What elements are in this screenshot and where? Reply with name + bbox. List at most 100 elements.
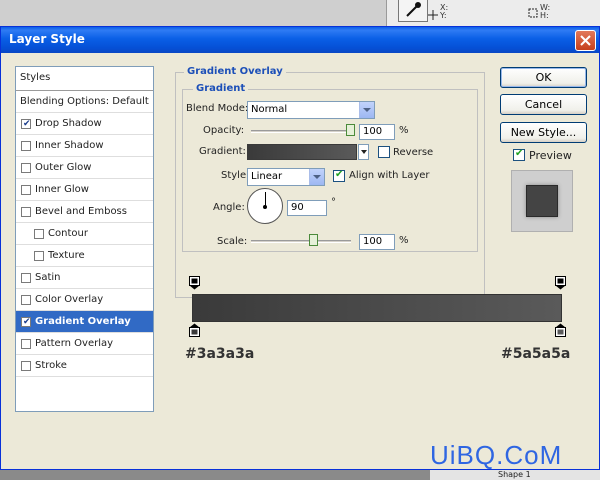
preview-label: Preview (529, 149, 572, 162)
angle-dial-center (263, 205, 267, 209)
opacity-stop-right[interactable] (555, 276, 566, 290)
styles-item[interactable]: Contour (16, 223, 153, 245)
styles-item[interactable]: ✔ Gradient Overlay (16, 311, 153, 333)
app-tool-button[interactable] (398, 0, 428, 22)
styles-item[interactable]: Satin (16, 267, 153, 289)
eyedropper-icon (406, 2, 421, 17)
styles-item-checkbox[interactable]: ✔ (21, 317, 31, 327)
style-preview (511, 170, 573, 232)
info-xy-label: X: Y: (428, 4, 448, 20)
checkmark-icon: ✔ (515, 148, 524, 159)
gradient-subgroup: Gradient Blend Mode: Normal Opacity: 100… (182, 83, 478, 252)
opacity-input[interactable]: 100 (359, 124, 395, 140)
title-bar[interactable]: Layer Style (1, 27, 599, 53)
styles-item-label: Stroke (35, 360, 67, 371)
styles-item-checkbox[interactable] (21, 141, 31, 151)
styles-item[interactable]: Stroke (16, 355, 153, 377)
reverse-checkbox[interactable] (378, 146, 390, 158)
gradient-overlay-legend: Gradient Overlay (184, 66, 286, 77)
styles-item-label: Blending Options: Default (20, 96, 149, 107)
styles-item-label: Gradient Overlay (35, 316, 131, 327)
opacity-slider-track[interactable] (251, 130, 355, 133)
new-style-button[interactable]: New Style... (500, 122, 587, 143)
checkmark-icon: ✔ (23, 317, 31, 327)
dialog-body: Styles Blending Options: Default ✔ Drop Sh… (3, 54, 597, 468)
styles-item-checkbox[interactable] (21, 339, 31, 349)
cancel-button[interactable]: Cancel (500, 94, 587, 115)
styles-item[interactable]: Texture (16, 245, 153, 267)
styles-item-label: Inner Shadow (35, 140, 104, 151)
style-select[interactable]: Linear (247, 168, 325, 186)
opacity-stop-icon (189, 276, 200, 290)
opacity-stop-left[interactable] (189, 276, 200, 290)
styles-item-checkbox[interactable] (21, 185, 31, 195)
styles-item-checkbox[interactable] (21, 295, 31, 305)
styles-item-checkbox[interactable] (21, 207, 31, 217)
preview-checkbox[interactable]: ✔ (513, 148, 525, 161)
styles-item-label: Contour (48, 228, 88, 239)
blend-mode-select[interactable]: Normal (247, 101, 375, 119)
marquee-size-icon (528, 8, 538, 18)
angle-dial[interactable] (247, 188, 283, 224)
styles-item-checkbox[interactable] (21, 163, 31, 173)
gradient-swatch[interactable] (247, 144, 357, 160)
styles-list: Styles Blending Options: Default ✔ Drop Sh… (15, 66, 154, 412)
styles-item-label: Pattern Overlay (35, 338, 114, 349)
reverse-label: Reverse (393, 147, 434, 158)
styles-item-checkbox[interactable] (34, 251, 44, 261)
checkmark-icon: ✔ (335, 169, 344, 180)
scale-percent: % (399, 235, 409, 246)
angle-label: Angle: (213, 202, 245, 213)
close-icon (580, 35, 591, 46)
app-workspace (0, 0, 386, 26)
styles-item-checkbox[interactable] (34, 229, 44, 239)
styles-item[interactable]: Color Overlay (16, 289, 153, 311)
gradient-preview-bar[interactable] (192, 294, 562, 322)
scale-label: Scale: (217, 236, 248, 247)
styles-item-label: Inner Glow (35, 184, 89, 195)
blend-mode-label: Blend Mode: (186, 103, 249, 114)
opacity-stop-icon (555, 276, 566, 290)
color-stop-left[interactable] (189, 323, 200, 337)
styles-item-checkbox[interactable] (21, 361, 31, 371)
chevron-down-icon (360, 150, 367, 154)
end-color-label: #5a5a5a (501, 346, 571, 362)
color-stop-icon (555, 323, 566, 337)
styles-header[interactable]: Styles (16, 67, 153, 91)
styles-item-label: Texture (48, 250, 85, 261)
styles-item[interactable]: Outer Glow (16, 157, 153, 179)
crosshair-icon (428, 10, 438, 20)
ok-button[interactable]: OK (500, 67, 587, 88)
styles-item[interactable]: Inner Glow (16, 179, 153, 201)
gradient-label: Gradient: (199, 146, 246, 157)
styles-item[interactable]: ✔ Drop Shadow (16, 113, 153, 135)
color-stop-right[interactable] (555, 323, 566, 337)
align-with-layer-checkbox[interactable]: ✔ (333, 169, 345, 182)
scale-slider-track[interactable] (251, 240, 351, 243)
scale-slider-thumb[interactable] (309, 234, 318, 246)
styles-item-checkbox[interactable]: ✔ (21, 119, 31, 129)
style-value: Linear (251, 171, 283, 182)
gradient-overlay-group: Gradient Overlay Gradient Blend Mode: No… (175, 66, 485, 298)
gradient-legend: Gradient (193, 83, 249, 94)
angle-degree: ° (331, 197, 336, 208)
scale-input[interactable]: 100 (359, 234, 395, 250)
close-button[interactable] (575, 30, 596, 51)
info-wh-label: W: H: (528, 4, 550, 20)
align-with-layer-label: Align with Layer (349, 170, 430, 181)
style-label: Style: (221, 170, 250, 181)
styles-item[interactable]: Bevel and Emboss (16, 201, 153, 223)
preview-swatch (526, 185, 558, 217)
styles-item[interactable]: Inner Shadow (16, 135, 153, 157)
styles-item-label: Satin (35, 272, 61, 283)
styles-item[interactable]: Blending Options: Default (16, 91, 153, 113)
styles-item-checkbox[interactable] (21, 273, 31, 283)
opacity-label: Opacity: (203, 125, 245, 136)
styles-item[interactable]: Pattern Overlay (16, 333, 153, 355)
styles-item-label: Bevel and Emboss (35, 206, 127, 217)
gradient-picker-button[interactable] (358, 144, 369, 160)
opacity-slider-thumb[interactable] (346, 124, 355, 136)
styles-item-label: Drop Shadow (35, 118, 102, 129)
angle-input[interactable]: 90 (287, 200, 327, 216)
info-y: Y: (440, 11, 447, 20)
